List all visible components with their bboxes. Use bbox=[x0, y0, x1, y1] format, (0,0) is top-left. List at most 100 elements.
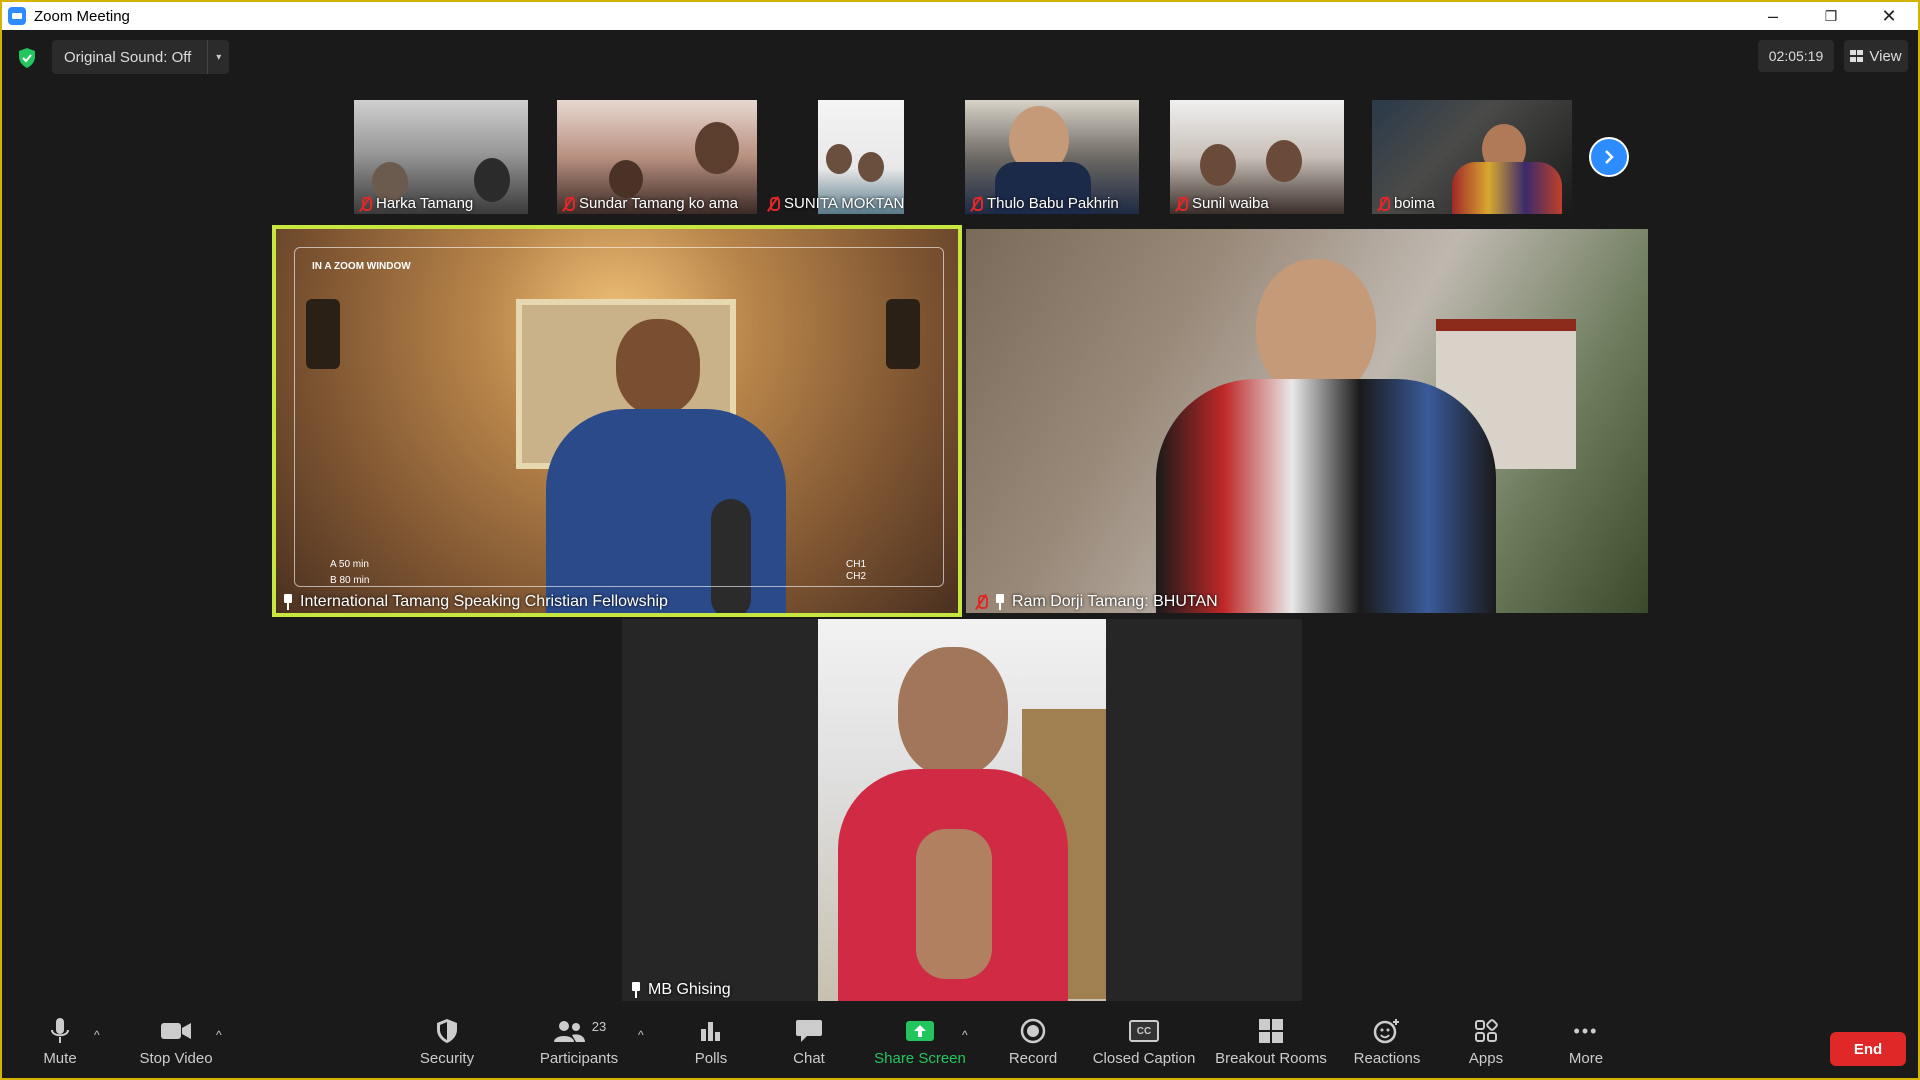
overlay-label: IN A ZOOM WINDOW bbox=[312, 261, 411, 272]
breakout-rooms-button[interactable]: Breakout Rooms bbox=[1214, 1016, 1328, 1074]
participant-name: MB Ghising bbox=[648, 981, 731, 998]
participant-video bbox=[1266, 140, 1302, 182]
mic-muted-icon bbox=[1376, 196, 1390, 212]
breakout-rooms-icon bbox=[1259, 1019, 1283, 1043]
video-tile[interactable]: MB Ghising bbox=[622, 619, 1302, 1001]
shield-icon bbox=[437, 1019, 457, 1043]
original-sound-label[interactable]: Original Sound: Off bbox=[52, 49, 207, 66]
more-button[interactable]: ••• More bbox=[1562, 1016, 1610, 1074]
mic-muted-icon bbox=[358, 196, 372, 212]
mic-muted-icon bbox=[1174, 196, 1188, 212]
security-label: Security bbox=[419, 1050, 475, 1067]
mic-muted-icon bbox=[561, 196, 575, 212]
restore-button[interactable]: ❐ bbox=[1802, 2, 1860, 30]
overlay-label: B 80 min bbox=[330, 575, 370, 586]
mute-label: Mute bbox=[43, 1050, 77, 1067]
pin-icon bbox=[630, 982, 642, 998]
participants-label: Participants bbox=[539, 1050, 619, 1067]
participant-video bbox=[1452, 162, 1562, 214]
participant-name: SUNITA MOKTAN bbox=[784, 195, 905, 212]
meeting-timer: 02:05:19 bbox=[1758, 40, 1834, 72]
participant-thumbnail[interactable]: Harka Tamang bbox=[354, 100, 528, 214]
participant-video bbox=[695, 122, 739, 174]
polls-button[interactable]: Polls bbox=[686, 1016, 736, 1074]
participant-hands bbox=[916, 829, 992, 979]
chevron-down-icon[interactable]: ▾ bbox=[207, 40, 229, 74]
participants-button[interactable]: 23 Participants bbox=[534, 1016, 624, 1074]
participant-thumbnail[interactable]: SUNITA MOKTAN bbox=[762, 100, 962, 214]
polls-icon bbox=[701, 1022, 720, 1041]
mute-button[interactable]: Mute bbox=[32, 1016, 88, 1074]
participant-name: Harka Tamang bbox=[376, 195, 474, 212]
next-page-button[interactable] bbox=[1589, 137, 1629, 177]
mic-muted-icon bbox=[974, 594, 988, 610]
participant-video bbox=[858, 152, 884, 182]
chevron-right-icon bbox=[1605, 150, 1614, 164]
participant-thumbnail[interactable]: boima bbox=[1372, 100, 1572, 214]
participant-name: Thulo Babu Pakhrin bbox=[987, 195, 1119, 212]
stop-video-label: Stop Video bbox=[139, 1050, 213, 1067]
apps-icon bbox=[1475, 1019, 1498, 1042]
reactions-icon bbox=[1373, 1019, 1399, 1044]
security-button[interactable]: Security bbox=[412, 1016, 482, 1074]
close-button[interactable]: ✕ bbox=[1860, 2, 1918, 30]
share-screen-button[interactable]: Share Screen bbox=[872, 1016, 968, 1074]
video-tile-active[interactable]: IN A ZOOM WINDOW A 50 min B 80 min CH1 C… bbox=[272, 225, 962, 617]
overlay-label: A 50 min bbox=[330, 559, 369, 570]
video-options-caret[interactable]: ^ bbox=[216, 1028, 222, 1042]
stop-video-button[interactable]: Stop Video bbox=[134, 1016, 218, 1074]
record-button[interactable]: Record bbox=[1006, 1016, 1060, 1074]
polls-label: Polls bbox=[694, 1050, 728, 1067]
window-controls: – ❐ ✕ bbox=[1744, 2, 1918, 30]
breakout-rooms-label: Breakout Rooms bbox=[1215, 1050, 1327, 1067]
chat-button[interactable]: Chat bbox=[784, 1016, 834, 1074]
more-label: More bbox=[1568, 1050, 1604, 1067]
view-button[interactable]: View bbox=[1844, 40, 1908, 72]
zoom-app-icon bbox=[8, 7, 26, 25]
participant-video bbox=[898, 647, 1008, 777]
mic-muted-icon bbox=[969, 196, 983, 212]
closed-caption-button[interactable]: CC Closed Caption bbox=[1092, 1016, 1196, 1074]
overlay-label: CH1 bbox=[846, 559, 867, 570]
participant-video bbox=[1156, 379, 1496, 613]
participant-thumbnail[interactable]: Thulo Babu Pakhrin bbox=[965, 100, 1139, 214]
overlay-frame bbox=[294, 247, 944, 587]
reactions-label: Reactions bbox=[1353, 1050, 1421, 1067]
record-label: Record bbox=[1008, 1050, 1058, 1067]
participant-thumbnail[interactable]: Sunil waiba bbox=[1170, 100, 1344, 214]
participants-options-caret[interactable]: ^ bbox=[638, 1028, 644, 1042]
pin-icon bbox=[282, 594, 294, 610]
participants-icon bbox=[553, 1021, 585, 1042]
view-label: View bbox=[1869, 47, 1902, 65]
shield-check-icon[interactable] bbox=[18, 48, 36, 68]
overlay-label: CH2 bbox=[846, 571, 867, 582]
title-bar: Zoom Meeting – ❐ ✕ bbox=[2, 2, 1918, 30]
grid-view-icon bbox=[1850, 50, 1864, 62]
meeting-toolbar: Mute ^ Stop Video ^ Security 23 Particip… bbox=[2, 1012, 1918, 1078]
share-options-caret[interactable]: ^ bbox=[962, 1028, 968, 1042]
share-screen-label: Share Screen bbox=[874, 1050, 966, 1067]
participant-name: Sundar Tamang ko ama bbox=[579, 195, 738, 212]
participant-video bbox=[1256, 259, 1376, 399]
participant-video bbox=[1200, 144, 1236, 186]
zoom-window: Zoom Meeting – ❐ ✕ Original Sound: Off ▾… bbox=[0, 0, 1920, 1080]
window-title: Zoom Meeting bbox=[34, 7, 130, 25]
participant-name: Sunil waiba bbox=[1192, 195, 1269, 212]
closed-caption-icon: CC bbox=[1129, 1020, 1159, 1042]
closed-caption-label: Closed Caption bbox=[1092, 1050, 1196, 1067]
microphone-icon bbox=[51, 1018, 69, 1043]
video-tile[interactable]: Ram Dorji Tamang: BHUTAN bbox=[966, 229, 1648, 613]
reactions-button[interactable]: Reactions bbox=[1352, 1016, 1422, 1074]
original-sound-toggle[interactable]: Original Sound: Off ▾ bbox=[52, 40, 230, 74]
end-meeting-button[interactable]: End bbox=[1830, 1032, 1906, 1066]
mute-options-caret[interactable]: ^ bbox=[94, 1028, 100, 1042]
participant-name: boima bbox=[1394, 195, 1435, 212]
participants-count: 23 bbox=[591, 1018, 607, 1034]
participant-thumbnail[interactable]: Sundar Tamang ko ama bbox=[557, 100, 757, 214]
pin-icon bbox=[994, 594, 1006, 610]
more-dots-icon: ••• bbox=[1573, 1020, 1599, 1041]
participant-name: International Tamang Speaking Christian … bbox=[300, 593, 668, 610]
minimize-button[interactable]: – bbox=[1744, 2, 1802, 30]
mic-muted-icon bbox=[766, 196, 780, 212]
apps-button[interactable]: Apps bbox=[1464, 1016, 1508, 1074]
